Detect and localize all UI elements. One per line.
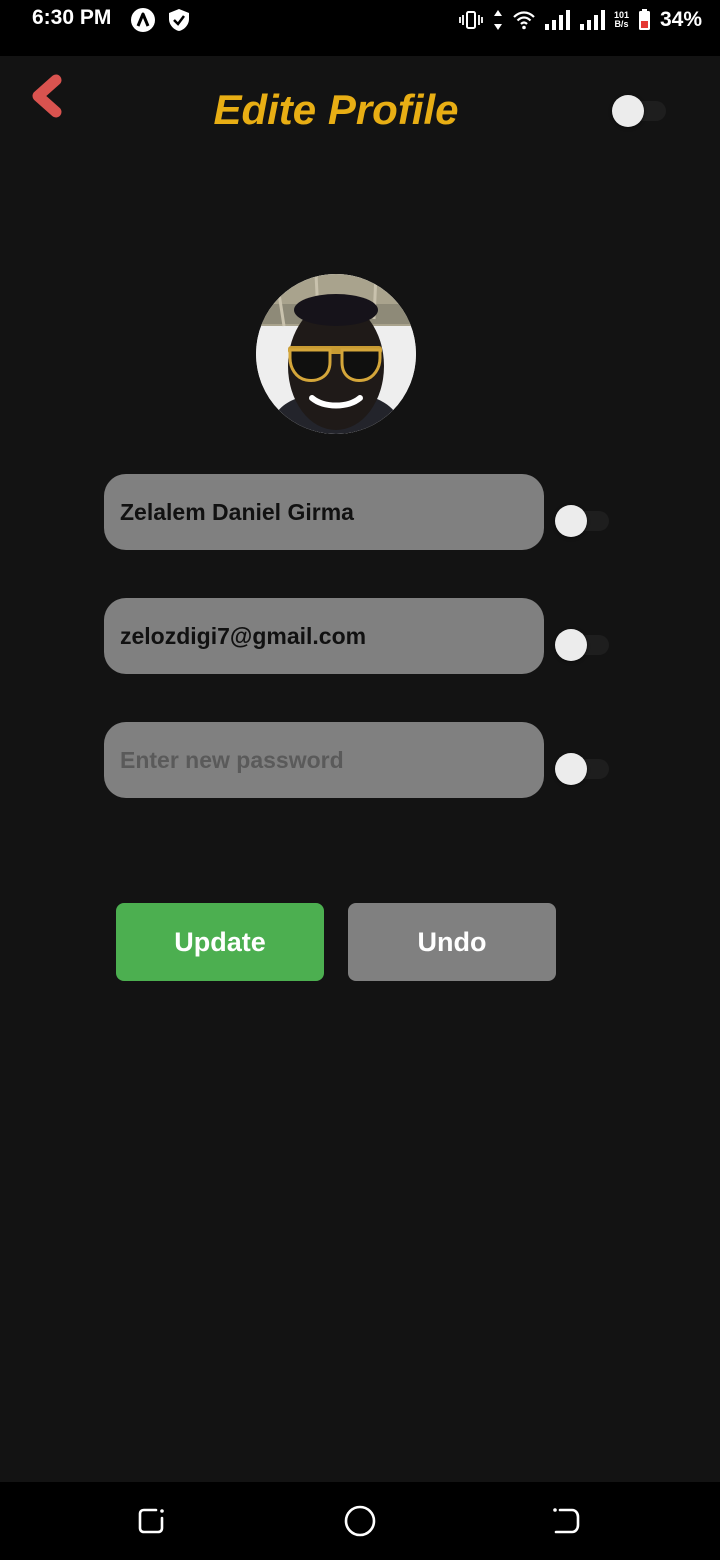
speed-unit: B/s bbox=[614, 19, 629, 29]
status-icons: 101 B/s 34% bbox=[459, 6, 702, 34]
home-icon[interactable] bbox=[343, 1504, 377, 1538]
password-edit-switch[interactable] bbox=[555, 753, 609, 785]
app-a-icon bbox=[131, 8, 155, 32]
network-speed: 101 B/s bbox=[614, 11, 629, 29]
shield-icon bbox=[169, 9, 189, 31]
name-field[interactable] bbox=[120, 498, 528, 526]
back-nav-icon[interactable] bbox=[550, 1504, 584, 1538]
page-title: Edite Profile bbox=[213, 86, 459, 133]
battery-icon bbox=[638, 9, 650, 30]
update-button[interactable]: Update bbox=[116, 903, 324, 981]
name-field-container bbox=[104, 474, 544, 550]
vibrate-icon bbox=[459, 11, 483, 29]
wifi-icon bbox=[513, 11, 535, 30]
avatar[interactable] bbox=[256, 274, 416, 434]
switch-thumb bbox=[612, 95, 644, 127]
name-edit-switch[interactable] bbox=[555, 505, 609, 537]
profile-photo bbox=[256, 274, 416, 434]
theme-switch[interactable] bbox=[612, 95, 666, 127]
signal-icon bbox=[579, 10, 605, 30]
status-time: 6:30 PM bbox=[32, 6, 112, 29]
password-field[interactable] bbox=[120, 746, 528, 774]
email-field[interactable] bbox=[120, 622, 528, 650]
undo-button[interactable]: Undo bbox=[348, 903, 556, 981]
status-bar: 6:30 PM 101 B/s 34% bbox=[0, 0, 720, 56]
data-arrows-icon bbox=[493, 10, 502, 30]
switch-thumb bbox=[555, 629, 587, 661]
switch-thumb bbox=[555, 753, 587, 785]
switch-thumb bbox=[555, 505, 587, 537]
email-edit-switch[interactable] bbox=[555, 629, 609, 661]
password-field-container bbox=[104, 722, 544, 798]
signal-icon bbox=[544, 10, 570, 30]
email-field-container bbox=[104, 598, 544, 674]
edit-profile-screen: Edite Profile Zelalem Daniel Girma zeloz… bbox=[0, 56, 720, 1482]
battery-percent: 34% bbox=[659, 8, 702, 31]
recents-icon[interactable] bbox=[134, 1504, 168, 1538]
navigation-bar bbox=[0, 1482, 720, 1560]
